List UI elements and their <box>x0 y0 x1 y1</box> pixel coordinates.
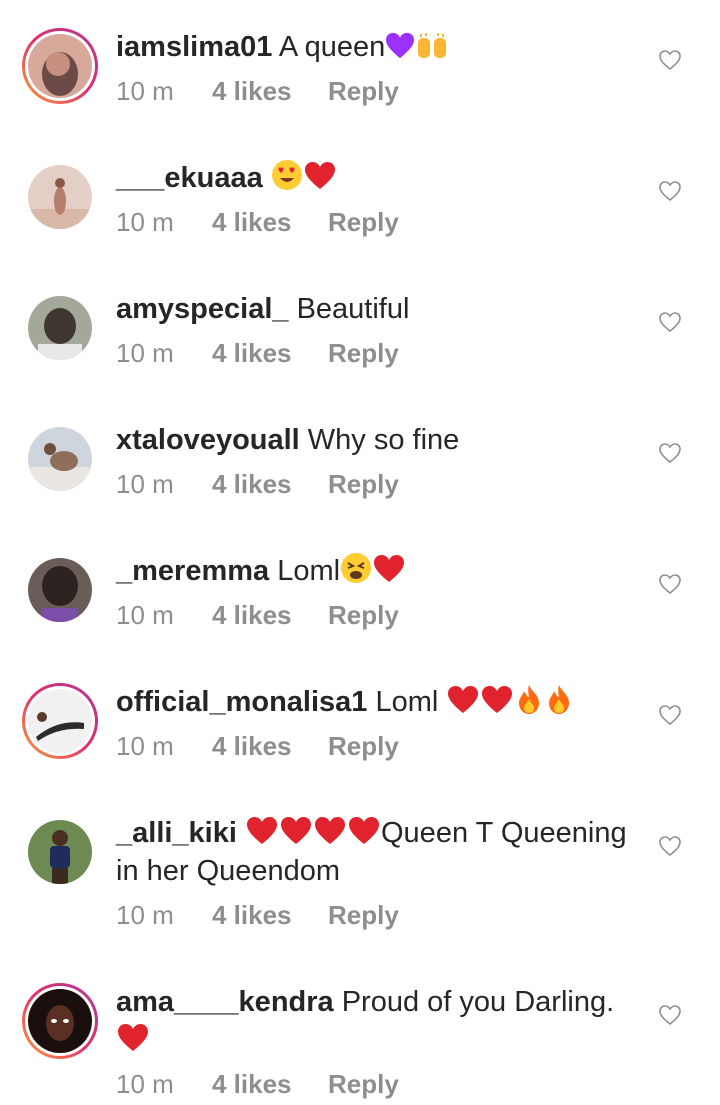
comment-text: _meremma Loml <box>116 552 636 590</box>
avatar <box>28 689 92 753</box>
comment-meta: 10 m 4 likes Reply <box>116 600 636 631</box>
red-heart-icon <box>372 554 406 584</box>
red-heart-icon <box>279 816 313 846</box>
reply-button[interactable]: Reply <box>328 600 399 631</box>
comment-meta: 10 m 4 likes Reply <box>116 469 636 500</box>
red-heart-icon <box>313 816 347 846</box>
reply-button[interactable]: Reply <box>328 338 399 369</box>
purple-heart-icon <box>385 32 415 60</box>
reply-button[interactable]: Reply <box>328 469 399 500</box>
username[interactable]: ama____kendra <box>116 986 334 1018</box>
timestamp: 10 m <box>116 600 174 630</box>
heart-outline-icon[interactable] <box>658 1003 682 1027</box>
timestamp: 10 m <box>116 469 174 499</box>
avatar-story-ring[interactable] <box>22 983 98 1059</box>
timestamp: 10 m <box>116 338 174 368</box>
username[interactable]: _alli_kiki <box>116 817 237 849</box>
likes-count[interactable]: 4 likes <box>212 731 328 762</box>
comment-text: official_monalisa1 Loml <box>116 683 636 721</box>
comment-meta: 10 m 4 likes Reply <box>116 76 636 107</box>
username[interactable]: amyspecial_ <box>116 293 289 325</box>
comment-meta: 10 m 4 likes Reply <box>116 207 636 238</box>
username[interactable]: official_monalisa1 <box>116 686 367 718</box>
username[interactable]: xtaloveyouall <box>116 424 300 456</box>
reply-button[interactable]: Reply <box>328 76 399 107</box>
comment-meta: 10 m 4 likes Reply <box>116 338 636 369</box>
fire-icon <box>544 683 574 715</box>
raising-hands-icon <box>415 32 449 60</box>
avatar <box>28 34 92 98</box>
username[interactable]: _meremma <box>116 555 269 587</box>
likes-count[interactable]: 4 likes <box>212 338 328 369</box>
avatar <box>28 989 92 1053</box>
red-heart-icon <box>245 816 279 846</box>
timestamp: 10 m <box>116 731 174 761</box>
red-heart-icon <box>303 161 337 191</box>
comment-meta: 10 m 4 likes Reply <box>116 1069 636 1100</box>
heart-outline-icon[interactable] <box>658 834 682 858</box>
red-heart-icon <box>347 816 381 846</box>
avatar[interactable] <box>22 552 98 628</box>
avatar[interactable] <box>22 814 98 890</box>
comment-text: iamslima01 A queen <box>116 28 636 66</box>
likes-count[interactable]: 4 likes <box>212 207 328 238</box>
heart-outline-icon[interactable] <box>658 441 682 465</box>
timestamp: 10 m <box>116 207 174 237</box>
avatar[interactable] <box>22 421 98 497</box>
comment-meta: 10 m 4 likes Reply <box>116 731 636 762</box>
reply-button[interactable]: Reply <box>328 731 399 762</box>
avatar[interactable] <box>22 290 98 366</box>
username[interactable]: iamslima01 <box>116 31 272 63</box>
reply-button[interactable]: Reply <box>328 900 399 931</box>
timestamp: 10 m <box>116 900 174 930</box>
comment-text: amyspecial_ Beautiful <box>116 293 410 325</box>
red-heart-icon <box>480 685 514 715</box>
likes-count[interactable]: 4 likes <box>212 900 328 931</box>
timestamp: 10 m <box>116 76 174 106</box>
likes-count[interactable]: 4 likes <box>212 1069 328 1100</box>
reply-button[interactable]: Reply <box>328 207 399 238</box>
heart-eyes-icon <box>271 159 303 191</box>
comment-text: _alli_kiki Queen T Queening in her Queen… <box>116 816 627 887</box>
comment-text: ama____kendra Proud of you Darling. <box>116 983 636 1059</box>
comment-text: ___ekuaaa <box>116 159 636 197</box>
likes-count[interactable]: 4 likes <box>212 469 328 500</box>
comment-meta: 10 m 4 likes Reply <box>116 900 636 931</box>
avatar-story-ring[interactable] <box>22 683 98 759</box>
username[interactable]: ___ekuaaa <box>116 162 263 194</box>
comment-text: xtaloveyouall Why so fine <box>116 424 460 456</box>
heart-outline-icon[interactable] <box>658 703 682 727</box>
heart-outline-icon[interactable] <box>658 48 682 72</box>
tired-face-icon <box>340 552 372 584</box>
fire-icon <box>514 683 544 715</box>
likes-count[interactable]: 4 likes <box>212 600 328 631</box>
heart-outline-icon[interactable] <box>658 572 682 596</box>
red-heart-icon <box>116 1023 150 1053</box>
avatar[interactable] <box>22 159 98 235</box>
likes-count[interactable]: 4 likes <box>212 76 328 107</box>
red-heart-icon <box>446 685 480 715</box>
heart-outline-icon[interactable] <box>658 179 682 203</box>
timestamp: 10 m <box>116 1069 174 1099</box>
avatar-story-ring[interactable] <box>22 28 98 104</box>
heart-outline-icon[interactable] <box>658 310 682 334</box>
reply-button[interactable]: Reply <box>328 1069 399 1100</box>
